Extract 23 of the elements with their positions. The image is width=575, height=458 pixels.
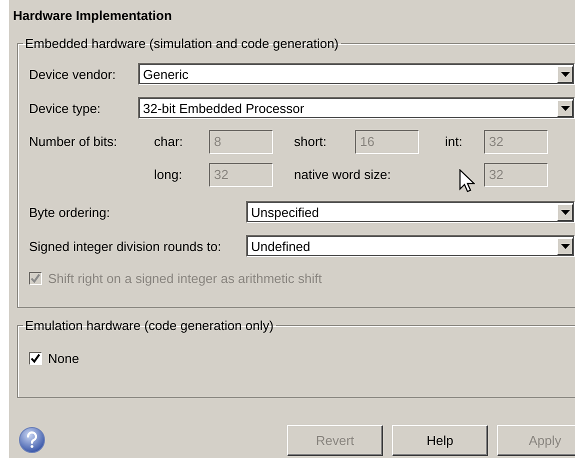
mouse-cursor-icon — [459, 169, 475, 193]
dialog-button[interactable]: Help — [392, 425, 488, 456]
panel-title: Hardware Implementation — [12, 8, 173, 25]
field-label: native word size: — [294, 167, 392, 182]
checkbox-label: Shift right on a signed integer as arithmetic shift — [48, 270, 322, 286]
dropdown[interactable]: Undefined — [246, 235, 575, 257]
field-label: Device vendor: — [29, 66, 117, 82]
field-label: short: — [294, 134, 328, 149]
field-label: char: — [154, 134, 184, 149]
field-label: Number of bits: — [29, 134, 118, 149]
field-label: Byte ordering: — [29, 204, 111, 220]
group-legend: Embedded hardware (simulation and code generation) — [23, 36, 341, 51]
field-label: int: — [445, 134, 464, 149]
dropdown[interactable]: 32-bit Embedded Processor — [138, 97, 575, 119]
group-legend: Emulation hardware (code generation only) — [23, 318, 276, 333]
checkbox[interactable] — [29, 352, 42, 364]
dropdown[interactable]: Unspecified — [246, 201, 575, 223]
field-label: long: — [154, 167, 184, 182]
field-label: Signed integer division rounds to: — [29, 238, 222, 254]
help-icon[interactable] — [18, 426, 46, 454]
field-label: Device type: — [29, 100, 102, 116]
checkbox-label: None — [48, 350, 80, 366]
dropdown[interactable]: Generic — [138, 63, 575, 85]
